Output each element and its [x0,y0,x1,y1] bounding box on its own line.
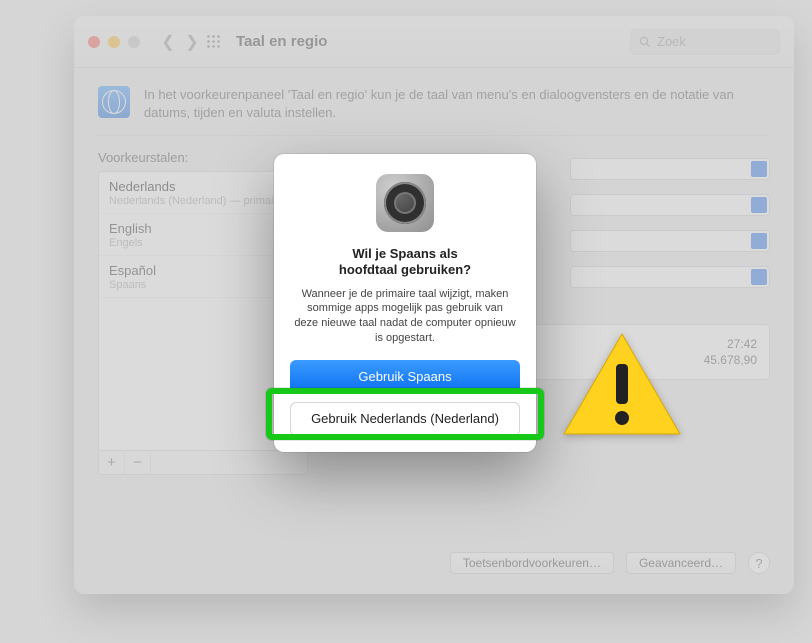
window-controls [88,36,140,48]
search-icon [639,36,651,48]
language-name: Nederlands [109,179,297,194]
pane-header: In het voorkeurenpaneel 'Taal en regio' … [74,68,794,135]
temperature-select[interactable] [570,266,770,288]
annotation-highlight [266,388,544,440]
language-sub: Engels [109,237,297,249]
back-button[interactable]: ❮ [156,30,180,54]
globe-flag-icon [98,86,130,118]
first-day-select[interactable] [570,194,770,216]
calendar-select[interactable] [570,230,770,252]
search-input[interactable]: Zoek [630,29,780,55]
dialog-message: Wanneer je de primaire taal wijzigt, mak… [294,287,516,346]
minimize-window-icon[interactable] [108,36,120,48]
language-name: English [109,221,297,236]
titlebar: ❮ ❯ Taal en regio Zoek [74,16,794,68]
close-window-icon[interactable] [88,36,100,48]
advanced-button[interactable]: Geavanceerd… [626,552,736,574]
window-title: Taal en regio [236,33,327,50]
language-name: Español [109,263,297,278]
show-all-icon[interactable] [206,34,222,50]
remove-language-button[interactable]: − [125,451,151,474]
dialog-title: Wil je Spaans alshoofdtaal gebruiken? [290,246,520,279]
forward-button[interactable]: ❯ [180,30,204,54]
language-sub: Spaans [109,279,297,291]
keyboard-prefs-button[interactable]: Toetsenbordvoorkeuren… [450,552,614,574]
footer-buttons: Toetsenbordvoorkeuren… Geavanceerd… ? [450,552,770,574]
region-select[interactable] [570,158,770,180]
system-prefs-icon [376,174,434,232]
zoom-window-icon[interactable] [128,36,140,48]
search-placeholder: Zoek [657,34,686,49]
add-language-button[interactable]: + [99,451,125,474]
language-sub: Nederlands (Nederland) — primair [109,195,297,207]
add-remove-bar: + − [98,451,308,475]
warning-icon [560,330,684,447]
help-button[interactable]: ? [748,552,770,574]
pane-description: In het voorkeurenpaneel 'Taal en regio' … [144,86,770,121]
